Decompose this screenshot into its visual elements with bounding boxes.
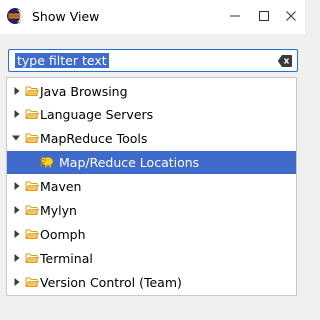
chevron-down-icon[interactable]	[11, 133, 21, 143]
tree-item-label: Mylyn	[40, 203, 77, 218]
folder-icon	[25, 205, 39, 215]
tree-item-label: Language Servers	[40, 107, 154, 122]
filter-input[interactable]: type filter text	[8, 49, 298, 72]
folder-icon	[25, 86, 39, 96]
tree-item-mylyn[interactable]: Mylyn	[7, 199, 296, 222]
tree-item-label: Oomph	[40, 227, 86, 242]
folder-icon	[25, 109, 39, 119]
tree-item-label: MapReduce Tools	[40, 131, 148, 146]
tree-item-label: Maven	[40, 179, 82, 194]
chevron-right-icon[interactable]	[12, 253, 22, 263]
folder-icon	[25, 277, 39, 287]
tree-item-label: Java Browsing	[40, 84, 128, 99]
folder-open-icon	[25, 133, 39, 143]
close-icon	[286, 11, 296, 21]
eclipse-icon	[6, 7, 24, 25]
tree-item-oomph[interactable]: Oomph	[7, 223, 296, 246]
tree-item-version-control-team[interactable]: Version Control (Team)	[7, 271, 296, 294]
close-button[interactable]	[280, 6, 302, 26]
chevron-right-icon[interactable]	[12, 277, 22, 287]
folder-icon	[25, 229, 39, 239]
view-tree[interactable]: Java Browsing Language Servers MapReduce…	[6, 77, 297, 296]
title-bar: Show View	[0, 0, 305, 34]
minimize-button[interactable]	[224, 6, 246, 26]
filter-text-area: type filter text	[15, 53, 271, 69]
chevron-right-icon[interactable]	[12, 109, 22, 119]
tree-item-terminal[interactable]: Terminal	[7, 247, 296, 270]
tree-item-maven[interactable]: Maven	[7, 175, 296, 198]
tree-item-java-browsing[interactable]: Java Browsing	[7, 80, 296, 103]
tree-item-label: Map/Reduce Locations	[59, 155, 200, 170]
chevron-right-icon[interactable]	[12, 181, 22, 191]
tree-item-label: Terminal	[40, 251, 93, 266]
minimize-icon	[230, 15, 240, 17]
chevron-right-icon[interactable]	[12, 86, 22, 96]
chevron-right-icon[interactable]	[12, 229, 22, 239]
tree-item-mapreduce-tools[interactable]: MapReduce Tools	[7, 127, 296, 150]
maximize-icon	[259, 11, 269, 21]
elephant-icon	[40, 156, 54, 168]
folder-icon	[25, 181, 39, 191]
tree-item-language-servers[interactable]: Language Servers	[7, 103, 296, 126]
folder-icon	[25, 253, 39, 263]
show-view-dialog: Show View type filter text Java Browsing…	[0, 0, 305, 320]
maximize-button[interactable]	[253, 6, 275, 26]
tree-item-label: Version Control (Team)	[40, 275, 182, 290]
chevron-right-icon[interactable]	[12, 205, 22, 215]
tree-item-map-reduce-locations[interactable]: Map/Reduce Locations	[7, 151, 296, 174]
clear-filter-icon[interactable]	[277, 54, 293, 68]
window-title: Show View	[32, 9, 100, 24]
filter-selected-text: type filter text	[15, 53, 109, 68]
